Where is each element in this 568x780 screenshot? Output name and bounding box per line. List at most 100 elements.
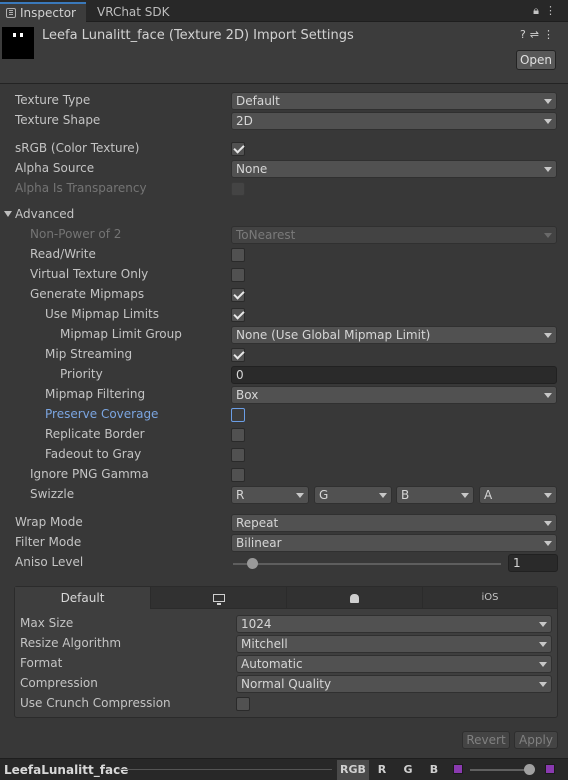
swizzle-r-value: R: [236, 488, 245, 502]
android-icon: [350, 594, 359, 603]
dropdown-arrow-icon: [461, 493, 469, 498]
inspector-header: Leefa Lunalitt_face (Texture 2D) Import …: [0, 22, 568, 84]
mipmap-filtering-value: Box: [236, 388, 259, 402]
fadeout-to-gray-checkbox[interactable]: [231, 448, 245, 462]
platform-tabs: Default iOS: [15, 587, 557, 609]
read-write-checkbox[interactable]: [231, 248, 245, 262]
compression-dropdown[interactable]: Normal Quality: [236, 675, 552, 693]
use-mipmap-limits-label: Use Mipmap Limits: [45, 307, 160, 321]
menu-icon[interactable]: ⋮: [543, 28, 558, 41]
row-texture-shape: Texture Shape 2D: [0, 111, 568, 131]
texture-thumbnail: [2, 27, 34, 59]
texture-shape-value: 2D: [236, 114, 253, 128]
monitor-icon: [212, 594, 225, 605]
mip-level-slider[interactable]: [470, 769, 532, 771]
alpha-checker-icon[interactable]: [453, 764, 463, 774]
aniso-level-field[interactable]: 1: [508, 554, 558, 572]
row-mipmap-limit-group: Mipmap Limit Group None (Use Global Mipm…: [0, 325, 568, 345]
tab-inspector[interactable]: Inspector: [0, 2, 86, 22]
filter-mode-label: Filter Mode: [15, 535, 82, 549]
resize-algorithm-value: Mitchell: [241, 637, 288, 651]
fadeout-to-gray-label: Fadeout to Gray: [45, 447, 142, 461]
dropdown-arrow-icon: [544, 333, 552, 338]
row-texture-type: Texture Type Default: [0, 91, 568, 111]
format-dropdown[interactable]: Automatic: [236, 655, 552, 673]
tab-standalone[interactable]: [151, 587, 287, 609]
texture-shape-dropdown[interactable]: 2D: [231, 112, 557, 130]
dropdown-arrow-icon: [544, 521, 552, 526]
ignore-png-gamma-label: Ignore PNG Gamma: [30, 467, 149, 481]
lock-icon[interactable]: 🔒︎: [533, 4, 545, 17]
swizzle-b-dropdown[interactable]: B: [396, 486, 474, 504]
apply-button[interactable]: Apply: [514, 731, 558, 749]
virtual-texture-only-checkbox[interactable]: [231, 268, 245, 282]
dropdown-arrow-icon: [539, 682, 547, 687]
mipmap-filtering-dropdown[interactable]: Box: [231, 386, 557, 404]
page-title: Leefa Lunalitt_face (Texture 2D) Import …: [42, 28, 354, 43]
row-mip-streaming: Mip Streaming: [0, 345, 568, 365]
dropdown-arrow-icon: [379, 493, 387, 498]
help-icon[interactable]: ?: [520, 28, 530, 41]
swizzle-g-dropdown[interactable]: G: [314, 486, 392, 504]
channel-b-button[interactable]: B: [423, 760, 445, 780]
channel-rgb-button[interactable]: RGB: [337, 760, 369, 780]
aniso-level-slider-handle[interactable]: [247, 558, 258, 569]
tab-vrchat-sdk[interactable]: VRChat SDK: [97, 2, 170, 22]
generate-mipmaps-checkbox[interactable]: [231, 288, 245, 302]
dropdown-arrow-icon: [539, 662, 547, 667]
row-fadeout-to-gray: Fadeout to Gray: [0, 445, 568, 465]
mipmap-limit-group-dropdown[interactable]: None (Use Global Mipmap Limit): [231, 326, 557, 344]
row-alpha-source: Alpha Source None: [0, 159, 568, 179]
tab-ios[interactable]: iOS: [423, 587, 557, 609]
texture-shape-label: Texture Shape: [15, 113, 101, 127]
preview-splitter[interactable]: [118, 769, 332, 770]
more-options-icon[interactable]: ⋮: [545, 4, 562, 17]
advanced-foldout[interactable]: Advanced: [0, 205, 568, 225]
compression-label: Compression: [20, 676, 98, 690]
max-size-label: Max Size: [20, 616, 74, 630]
channel-r-button[interactable]: R: [371, 760, 393, 780]
non-power-of-2-label: Non-Power of 2: [30, 227, 122, 241]
dropdown-arrow-icon: [544, 541, 552, 546]
alpha-is-transparency-label: Alpha Is Transparency: [15, 181, 147, 195]
preview-asset-name: LeefaLunalitt_face: [4, 763, 129, 777]
tab-android[interactable]: [287, 587, 423, 609]
mip-checker-icon[interactable]: [545, 764, 555, 774]
swizzle-r-dropdown[interactable]: R: [231, 486, 309, 504]
aniso-level-label: Aniso Level: [15, 555, 84, 569]
preset-icon[interactable]: ⇌: [530, 28, 543, 41]
texture-type-dropdown[interactable]: Default: [231, 92, 557, 110]
channel-g-button[interactable]: G: [397, 760, 419, 780]
revert-button[interactable]: Revert: [462, 731, 510, 749]
use-mipmap-limits-checkbox[interactable]: [231, 308, 245, 322]
use-crunch-checkbox[interactable]: [236, 697, 250, 711]
tab-default[interactable]: Default: [15, 587, 151, 609]
resize-algorithm-dropdown[interactable]: Mitchell: [236, 635, 552, 653]
srgb-checkbox[interactable]: [231, 142, 245, 156]
open-button[interactable]: Open: [516, 50, 556, 70]
mip-level-slider-handle[interactable]: [524, 764, 535, 775]
max-size-dropdown[interactable]: 1024: [236, 615, 552, 633]
dropdown-arrow-icon: [544, 393, 552, 398]
max-size-value: 1024: [241, 617, 272, 631]
format-label: Format: [20, 656, 63, 670]
mip-streaming-label: Mip Streaming: [45, 347, 133, 361]
preserve-coverage-checkbox[interactable]: [231, 408, 245, 422]
row-virtual-texture-only: Virtual Texture Only: [0, 265, 568, 285]
alpha-source-dropdown[interactable]: None: [231, 160, 557, 178]
mipmap-limit-group-value: None (Use Global Mipmap Limit): [236, 328, 431, 342]
alpha-source-label: Alpha Source: [15, 161, 95, 175]
row-read-write: Read/Write: [0, 245, 568, 265]
dropdown-arrow-icon: [544, 493, 552, 498]
priority-field[interactable]: 0: [231, 366, 557, 384]
row-replicate-border: Replicate Border: [0, 425, 568, 445]
foldout-arrow-icon[interactable]: [4, 211, 12, 217]
ignore-png-gamma-checkbox[interactable]: [231, 468, 245, 482]
wrap-mode-dropdown[interactable]: Repeat: [231, 514, 557, 532]
replicate-border-checkbox[interactable]: [231, 428, 245, 442]
filter-mode-dropdown[interactable]: Bilinear: [231, 534, 557, 552]
aniso-level-slider-track[interactable]: [233, 563, 501, 565]
mip-streaming-checkbox[interactable]: [231, 348, 245, 362]
swizzle-a-dropdown[interactable]: A: [479, 486, 557, 504]
non-power-of-2-value: ToNearest: [236, 228, 296, 242]
